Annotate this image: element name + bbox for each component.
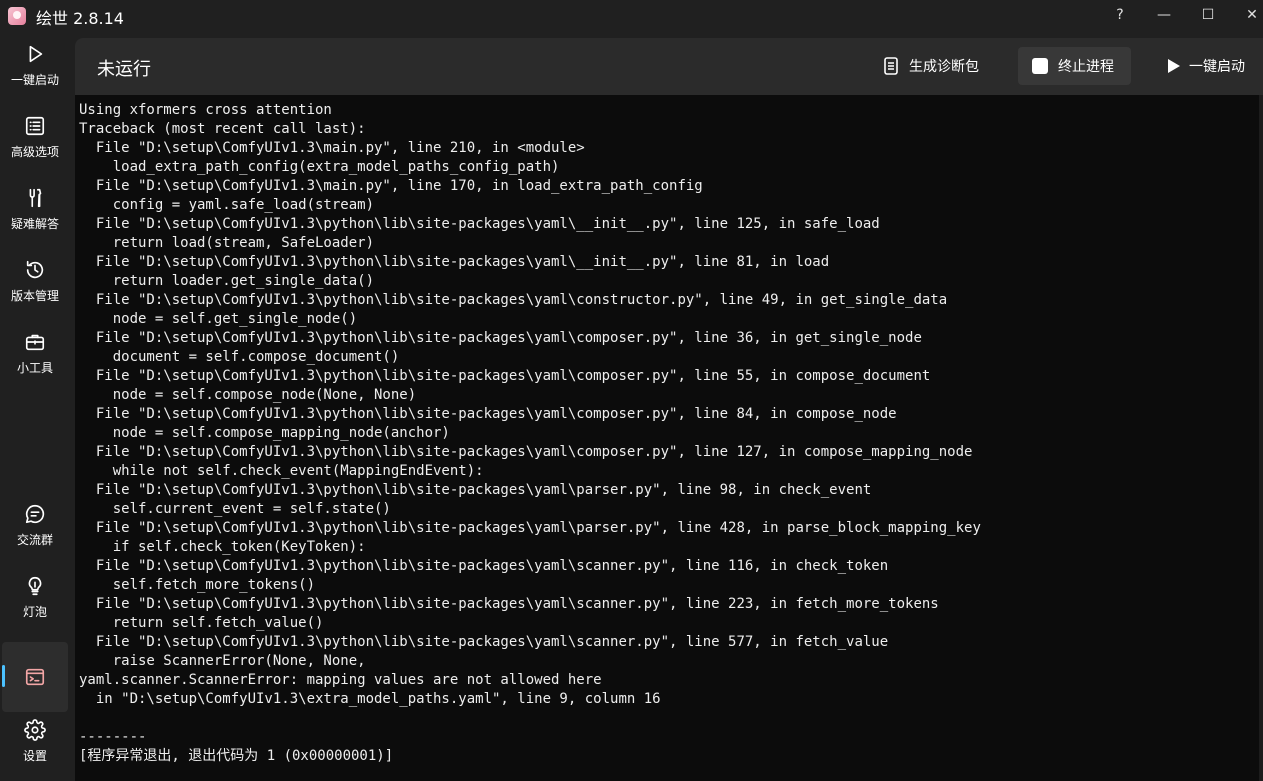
- tools-icon: [29, 188, 42, 207]
- terminal-icon: [25, 668, 45, 686]
- list-icon: [25, 116, 45, 135]
- console-line: Traceback (most recent call last):: [79, 121, 366, 137]
- help-button[interactable]: ?: [1098, 0, 1142, 30]
- sidebar-item-launch[interactable]: 一键启动: [0, 30, 70, 100]
- app-logo-icon: [8, 7, 26, 25]
- active-indicator: [2, 665, 5, 687]
- maximize-button[interactable]: ☐: [1186, 0, 1230, 30]
- sidebar-item-community[interactable]: 交流群: [0, 490, 70, 560]
- console-line: return self.fetch_value(): [79, 615, 324, 631]
- sidebar-item-console[interactable]: [2, 642, 68, 712]
- console-line: File "D:\setup\ComfyUIv1.3\python\lib\si…: [79, 482, 872, 498]
- diagnostic-package-button[interactable]: 生成诊断包: [875, 47, 1005, 85]
- stop-icon: [1032, 58, 1048, 74]
- sidebar-item-advanced[interactable]: 高级选项: [0, 102, 70, 172]
- console-line: yaml.scanner.ScannerError: mapping value…: [79, 672, 602, 688]
- sidebar-item-label: 灯泡: [22, 604, 47, 619]
- window-title: 绘世 2.8.14: [36, 9, 124, 28]
- console-line: File "D:\setup\ComfyUIv1.3\python\lib\si…: [79, 444, 973, 460]
- launch-button[interactable]: 一键启动: [1155, 47, 1260, 85]
- console-line: node = self.get_single_node(): [79, 311, 358, 327]
- sidebar-item-label: 小工具: [16, 360, 53, 375]
- minimize-button[interactable]: —: [1142, 0, 1186, 30]
- launch-label: 一键启动: [1189, 59, 1245, 75]
- document-icon: [884, 57, 898, 75]
- console-line: document = self.compose_document(): [79, 349, 400, 365]
- gear-icon: [24, 718, 46, 741]
- console-line: Using xformers cross attention: [79, 102, 332, 118]
- sidebar-item-lightbulb[interactable]: 灯泡: [0, 562, 70, 632]
- sidebar-item-label: 版本管理: [10, 288, 59, 303]
- console-line: if self.check_token(KeyToken):: [79, 539, 366, 555]
- title-bar: 绘世 2.8.14 ? — ☐ ✕: [0, 0, 1263, 36]
- console-line: File "D:\setup\ComfyUIv1.3\python\lib\si…: [79, 520, 981, 536]
- console-line: File "D:\setup\ComfyUIv1.3\python\lib\si…: [79, 330, 922, 346]
- console-line: File "D:\setup\ComfyUIv1.3\main.py", lin…: [79, 178, 703, 194]
- console-line: File "D:\setup\ComfyUIv1.3\python\lib\si…: [79, 596, 939, 612]
- console-line: File "D:\setup\ComfyUIv1.3\python\lib\si…: [79, 558, 889, 574]
- console-line: return load(stream, SafeLoader): [79, 235, 375, 251]
- console-line: File "D:\setup\ComfyUIv1.3\python\lib\si…: [79, 368, 931, 384]
- stop-process-label: 终止进程: [1058, 59, 1114, 75]
- close-button[interactable]: ✕: [1230, 0, 1263, 30]
- history-icon: [26, 260, 44, 278]
- run-status: 未运行: [97, 59, 151, 80]
- console-line: File "D:\setup\ComfyUIv1.3\main.py", lin…: [79, 140, 585, 156]
- console-line: File "D:\setup\ComfyUIv1.3\python\lib\si…: [79, 216, 880, 232]
- console-line: self.fetch_more_tokens(): [79, 577, 316, 593]
- console-line: raise ScannerError(None, None,: [79, 653, 366, 669]
- lightbulb-icon: [28, 576, 42, 595]
- console-output[interactable]: Using xformers cross attention Traceback …: [75, 95, 1259, 781]
- sidebar-item-label: 疑难解答: [10, 216, 59, 231]
- console-line: File "D:\setup\ComfyUIv1.3\python\lib\si…: [79, 634, 889, 650]
- console-line: [程序异常退出, 退出代码为 1 (0x00000001)]: [79, 748, 394, 764]
- console-line: while not self.check_event(MappingEndEve…: [79, 463, 484, 479]
- console-line: node = self.compose_node(None, None): [79, 387, 417, 403]
- sidebar: 一键启动 高级选项 疑难解答 版本管理 小工具 交流群 灯泡 设置: [0, 36, 70, 781]
- diagnostic-package-label: 生成诊断包: [909, 59, 979, 75]
- main-panel: 未运行 生成诊断包 终止进程 一键启动 Using xformers cross…: [75, 38, 1263, 781]
- console-line: File "D:\setup\ComfyUIv1.3\python\lib\si…: [79, 292, 948, 308]
- console-line: return loader.get_single_data(): [79, 273, 375, 289]
- console-line: node = self.compose_mapping_node(anchor): [79, 425, 450, 441]
- sidebar-item-troubleshoot[interactable]: 疑难解答: [0, 174, 70, 244]
- play-icon: [1168, 59, 1180, 73]
- console-line: config = yaml.safe_load(stream): [79, 197, 375, 213]
- stop-process-button[interactable]: 终止进程: [1018, 47, 1131, 85]
- console-line: self.current_event = self.state(): [79, 501, 391, 517]
- console-line: load_extra_path_config(extra_model_paths…: [79, 159, 560, 175]
- sidebar-item-tools[interactable]: 小工具: [0, 318, 70, 388]
- toolbox-icon: [25, 334, 45, 350]
- sidebar-item-label: 高级选项: [10, 144, 59, 159]
- console-header: 未运行 生成诊断包 终止进程 一键启动: [75, 38, 1263, 95]
- sidebar-item-label: 交流群: [16, 532, 53, 547]
- sidebar-item-label: 设置: [22, 748, 47, 763]
- sidebar-item-label: 一键启动: [10, 72, 59, 87]
- play-icon: [29, 45, 43, 62]
- console-line: in "D:\setup\ComfyUIv1.3\extra_model_pat…: [79, 691, 661, 707]
- sidebar-item-versions[interactable]: 版本管理: [0, 246, 70, 316]
- sidebar-item-settings[interactable]: 设置: [0, 706, 70, 776]
- console-line: File "D:\setup\ComfyUIv1.3\python\lib\si…: [79, 406, 897, 422]
- console-scrollbar[interactable]: [1259, 95, 1263, 781]
- console-line: --------: [79, 729, 147, 745]
- chat-icon: [25, 504, 45, 523]
- console-line: File "D:\setup\ComfyUIv1.3\python\lib\si…: [79, 254, 830, 270]
